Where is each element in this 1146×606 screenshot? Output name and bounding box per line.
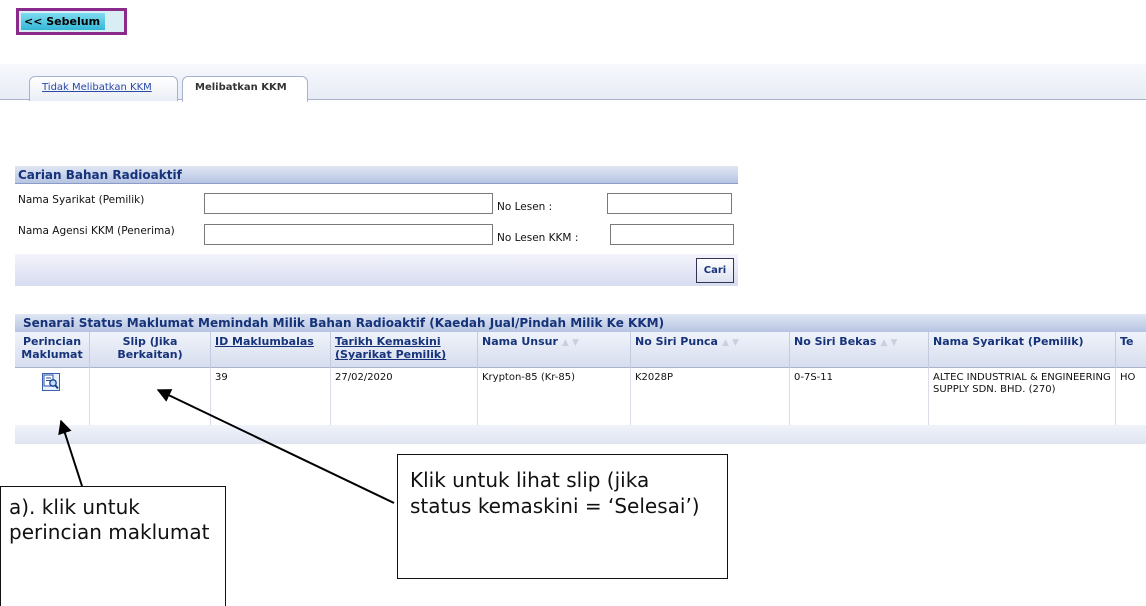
- sort-arrows-icon[interactable]: ▲ ▼: [722, 338, 739, 348]
- cell-extra: HO: [1120, 372, 1136, 383]
- cell-container-serial: 0-7S-11: [790, 368, 929, 425]
- cell-date: 27/02/2020: [331, 368, 478, 425]
- view-details-icon[interactable]: [42, 373, 60, 391]
- back-button[interactable]: << Sebelum: [16, 8, 127, 35]
- cell-company: ALTEC INDUSTRIAL & ENGINEERING SUPPLY SD…: [929, 368, 1116, 425]
- agency-input[interactable]: [204, 224, 493, 245]
- company-label: Nama Syarikat (Pemilik): [18, 194, 145, 206]
- list-title: Senarai Status Maklumat Memindah Milik B…: [15, 314, 1146, 332]
- table-footer: [15, 425, 1146, 444]
- header-container-serial-label: No Siri Bekas: [794, 335, 877, 348]
- sort-arrows-icon[interactable]: ▲ ▼: [562, 338, 579, 348]
- tab-bar: Tidak Melibatkan KKM Melibatkan KKM: [0, 64, 1146, 102]
- header-id[interactable]: ID Maklumbalas: [211, 332, 331, 368]
- sort-arrows-icon[interactable]: ▲ ▼: [880, 338, 897, 348]
- header-date[interactable]: Tarikh Kemaskini (Syarikat Pemilik): [331, 332, 478, 368]
- search-panel: Carian Bahan Radioaktif Nama Syarikat (P…: [15, 166, 738, 286]
- detail-callout: a). klik untuk perincian maklumat: [0, 486, 226, 606]
- header-container-serial[interactable]: No Siri Bekas ▲ ▼: [790, 332, 929, 368]
- tab-melibatkan-kkm[interactable]: Melibatkan KKM: [182, 76, 308, 102]
- cell-id: 39: [211, 368, 331, 425]
- header-element-label: Nama Unsur: [482, 335, 558, 348]
- header-source-serial[interactable]: No Siri Punca ▲ ▼: [631, 332, 790, 368]
- header-company: Nama Syarikat (Pemilik): [929, 332, 1116, 368]
- cell-source-serial: K2028P: [631, 368, 790, 425]
- kkm-license-label: No Lesen KKM :: [497, 232, 579, 244]
- cell-detail: [15, 368, 90, 425]
- table-row: 39 27/02/2020 Krypton-85 (Kr-85) K2028P …: [15, 368, 1146, 425]
- search-button[interactable]: Cari: [696, 258, 734, 283]
- header-source-serial-label: No Siri Punca: [635, 335, 718, 348]
- agency-label: Nama Agensi KKM (Penerima): [18, 225, 175, 237]
- header-detail: Perincian Maklumat: [15, 332, 90, 368]
- cell-slip: [90, 368, 211, 425]
- kkm-license-input[interactable]: [610, 224, 734, 245]
- slip-callout: Klik untuk lihat slip (jika status kemas…: [397, 454, 728, 579]
- header-extra: Te: [1120, 335, 1134, 348]
- back-button-label[interactable]: << Sebelum: [21, 13, 105, 30]
- header-slip: Slip (Jika Berkaitan): [90, 332, 211, 368]
- search-footer: [15, 254, 738, 286]
- tab-tidak-melibatkan-kkm[interactable]: Tidak Melibatkan KKM: [29, 76, 178, 101]
- license-input[interactable]: [607, 193, 732, 214]
- license-label: No Lesen :: [497, 201, 553, 213]
- table-header: Perincian Maklumat Slip (Jika Berkaitan)…: [15, 332, 1146, 368]
- cell-element: Krypton-85 (Kr-85): [478, 368, 631, 425]
- search-panel-title: Carian Bahan Radioaktif: [15, 166, 738, 184]
- header-element[interactable]: Nama Unsur ▲ ▼: [478, 332, 631, 368]
- company-input[interactable]: [204, 193, 493, 214]
